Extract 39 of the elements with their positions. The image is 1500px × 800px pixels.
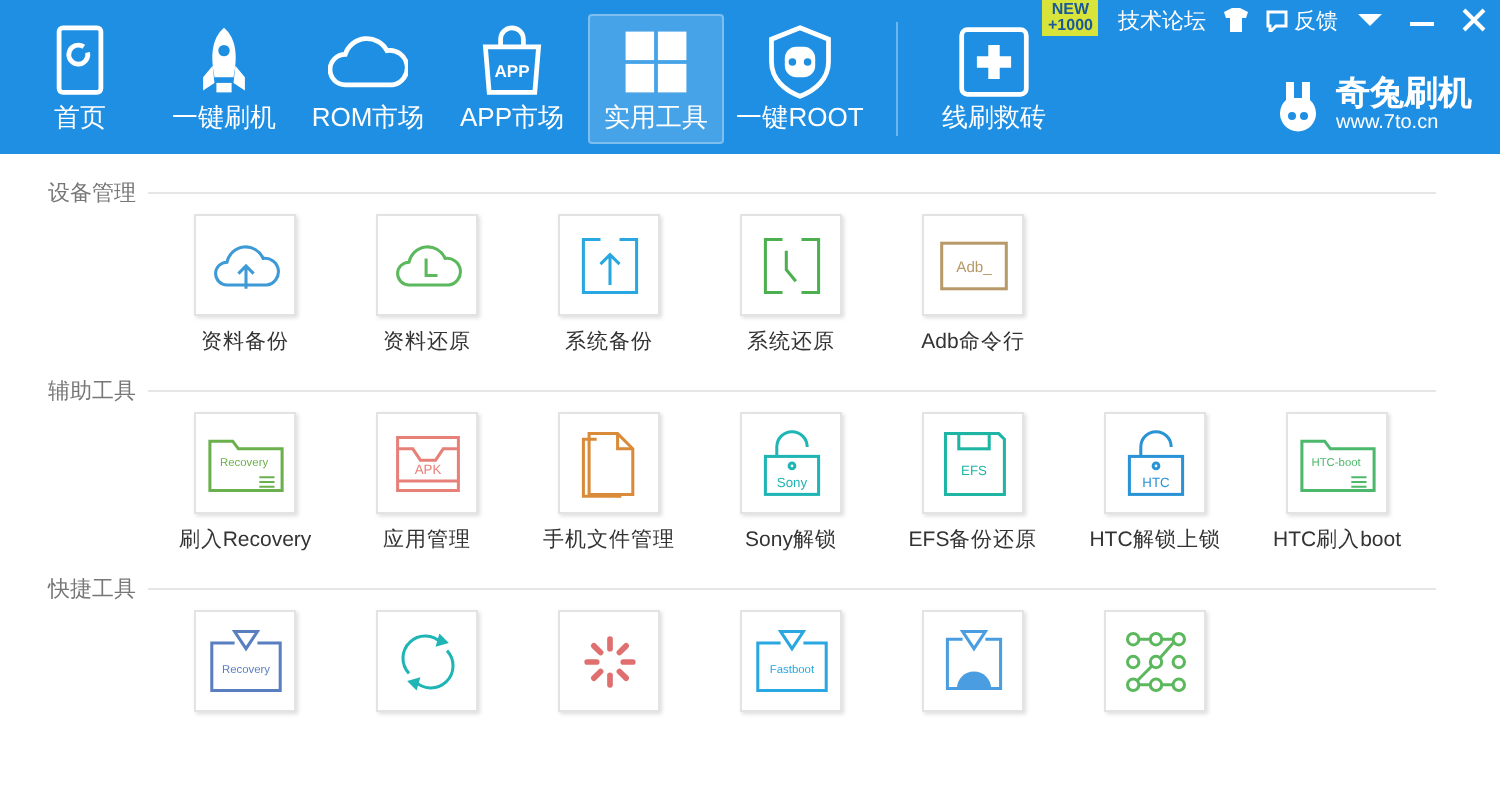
tool-button[interactable]: Adb_ bbox=[922, 214, 1024, 316]
nav-tab[interactable]: 一键刷机 bbox=[156, 14, 292, 144]
icon-text: Adb_ bbox=[955, 256, 991, 275]
section-title: 设备管理 bbox=[48, 179, 136, 207]
tool-button[interactable] bbox=[740, 214, 842, 316]
tool-label: 应用管理 bbox=[383, 526, 471, 554]
tool-label: 刷入Recovery bbox=[178, 526, 312, 554]
feedback-link[interactable]: 反馈 bbox=[1260, 0, 1344, 40]
tool-label: 手机文件管理 bbox=[543, 526, 675, 554]
tool-button[interactable] bbox=[194, 214, 296, 316]
speech-bubble-icon bbox=[1266, 9, 1288, 31]
logo-name: 奇兔刷机 bbox=[1336, 76, 1472, 112]
tool-label: EFS备份还原 bbox=[908, 526, 1038, 554]
nav-tab[interactable]: 首页 bbox=[12, 14, 148, 144]
tool-button[interactable] bbox=[922, 610, 1024, 712]
nav-tab[interactable]: 一键ROOT bbox=[732, 14, 868, 144]
new-badge: NEW +1000 bbox=[1042, 0, 1099, 36]
tool-label: HTC刷入boot bbox=[1273, 526, 1402, 554]
tool-label: 资料还原 bbox=[383, 328, 471, 356]
nav-tab[interactable]: ROM市场 bbox=[300, 14, 436, 144]
tool-button[interactable] bbox=[376, 610, 478, 712]
tool-label: Adb命令行 bbox=[921, 328, 1025, 356]
tool-button[interactable] bbox=[1104, 610, 1206, 712]
plus-box-icon bbox=[954, 24, 1034, 100]
nav-tab[interactable]: 实用工具 bbox=[588, 14, 724, 144]
tool-label: Sony解锁 bbox=[745, 526, 837, 554]
tool-button[interactable] bbox=[558, 214, 660, 316]
tool-button[interactable] bbox=[558, 610, 660, 712]
tool-button[interactable] bbox=[376, 214, 478, 316]
tool-label: 系统还原 bbox=[747, 328, 835, 356]
tool-label: HTC解锁上锁 bbox=[1089, 526, 1221, 554]
section-title: 辅助工具 bbox=[48, 377, 136, 405]
forum-link[interactable]: 技术论坛 bbox=[1112, 0, 1212, 40]
nav-tab[interactable]: APP APP市场 bbox=[444, 14, 580, 144]
logo-url: www.7to.cn bbox=[1336, 112, 1441, 134]
section-title: 快捷工具 bbox=[48, 575, 136, 603]
tool-label: 资料备份 bbox=[201, 328, 289, 356]
tool-label: 系统备份 bbox=[565, 328, 653, 356]
tool-button[interactable] bbox=[558, 412, 660, 514]
